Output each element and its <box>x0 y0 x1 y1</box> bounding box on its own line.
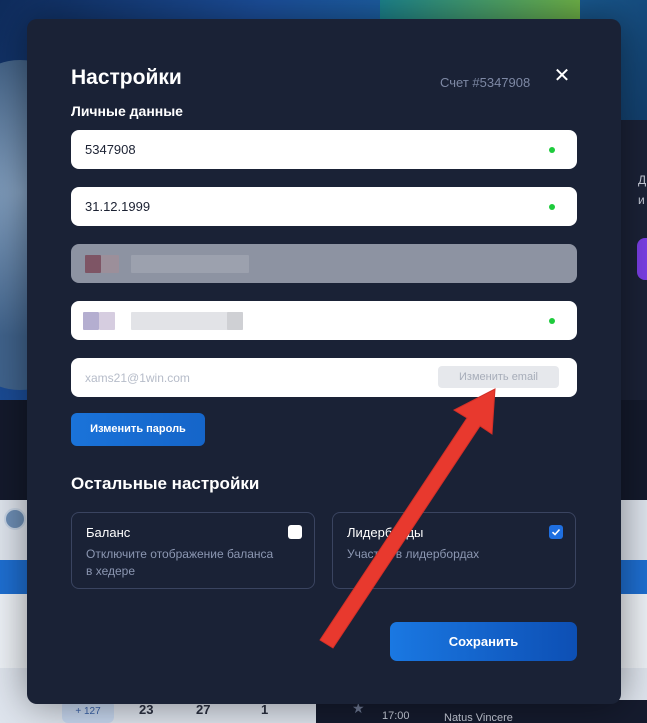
verified-dot-icon <box>549 204 555 210</box>
leaderboards-option[interactable]: Лидерборды Участие в лидербордах <box>332 512 576 589</box>
leaderboards-title: Лидерборды <box>347 525 424 540</box>
verified-dot-icon <box>549 147 555 153</box>
bg-match-team: Natus Vincere <box>444 712 513 723</box>
balance-title: Баланс <box>86 525 131 540</box>
modal-title: Настройки <box>71 66 182 89</box>
leaderboards-description: Участие в лидербордах <box>347 547 480 561</box>
balance-option[interactable]: Баланс Отключите отображение баланса в х… <box>71 512 315 589</box>
balance-checkbox[interactable] <box>288 525 302 539</box>
personal-data-heading: Личные данные <box>71 103 183 119</box>
bg-num: 27 <box>196 702 211 717</box>
pixelated-text <box>227 312 243 330</box>
soccer-ball-icon <box>4 508 26 530</box>
check-icon <box>551 528 561 536</box>
email-field[interactable]: Изменить email <box>71 358 577 397</box>
pixelated-text <box>83 312 99 330</box>
change-email-button[interactable]: Изменить email <box>438 366 559 388</box>
bg-num: 23 <box>139 702 154 717</box>
birthdate-value: 31.12.1999 <box>85 199 151 214</box>
pixelated-text <box>131 255 249 273</box>
balance-description: Отключите отображение баланса в хедере <box>86 547 274 578</box>
save-button[interactable]: Сохранить <box>390 622 577 661</box>
phone-field[interactable] <box>71 301 577 340</box>
birthdate-field[interactable]: 31.12.1999 <box>71 187 577 226</box>
account-number: Счет #5347908 <box>440 75 531 90</box>
account-id-field[interactable]: 5347908 <box>71 130 577 169</box>
name-field-disabled <box>71 244 577 283</box>
verified-dot-icon <box>549 318 555 324</box>
email-input[interactable] <box>85 370 425 385</box>
pixelated-text <box>85 255 101 273</box>
bg-side-text: Ди <box>638 173 647 207</box>
account-id-value: 5347908 <box>85 142 136 157</box>
leaderboards-checkbox[interactable] <box>549 525 563 539</box>
settings-modal: Настройки Счет #5347908 ✕ Личные данные … <box>27 19 621 704</box>
close-icon[interactable]: ✕ <box>551 65 573 87</box>
pixelated-text <box>101 255 119 273</box>
pixelated-text <box>99 312 115 330</box>
other-settings-heading: Остальные настройки <box>71 474 260 493</box>
bg-num: 1 <box>261 702 269 717</box>
bg-match-time: 17:00 <box>382 710 410 722</box>
change-password-button[interactable]: Изменить пароль <box>71 413 205 446</box>
bg-side-button <box>637 238 647 280</box>
